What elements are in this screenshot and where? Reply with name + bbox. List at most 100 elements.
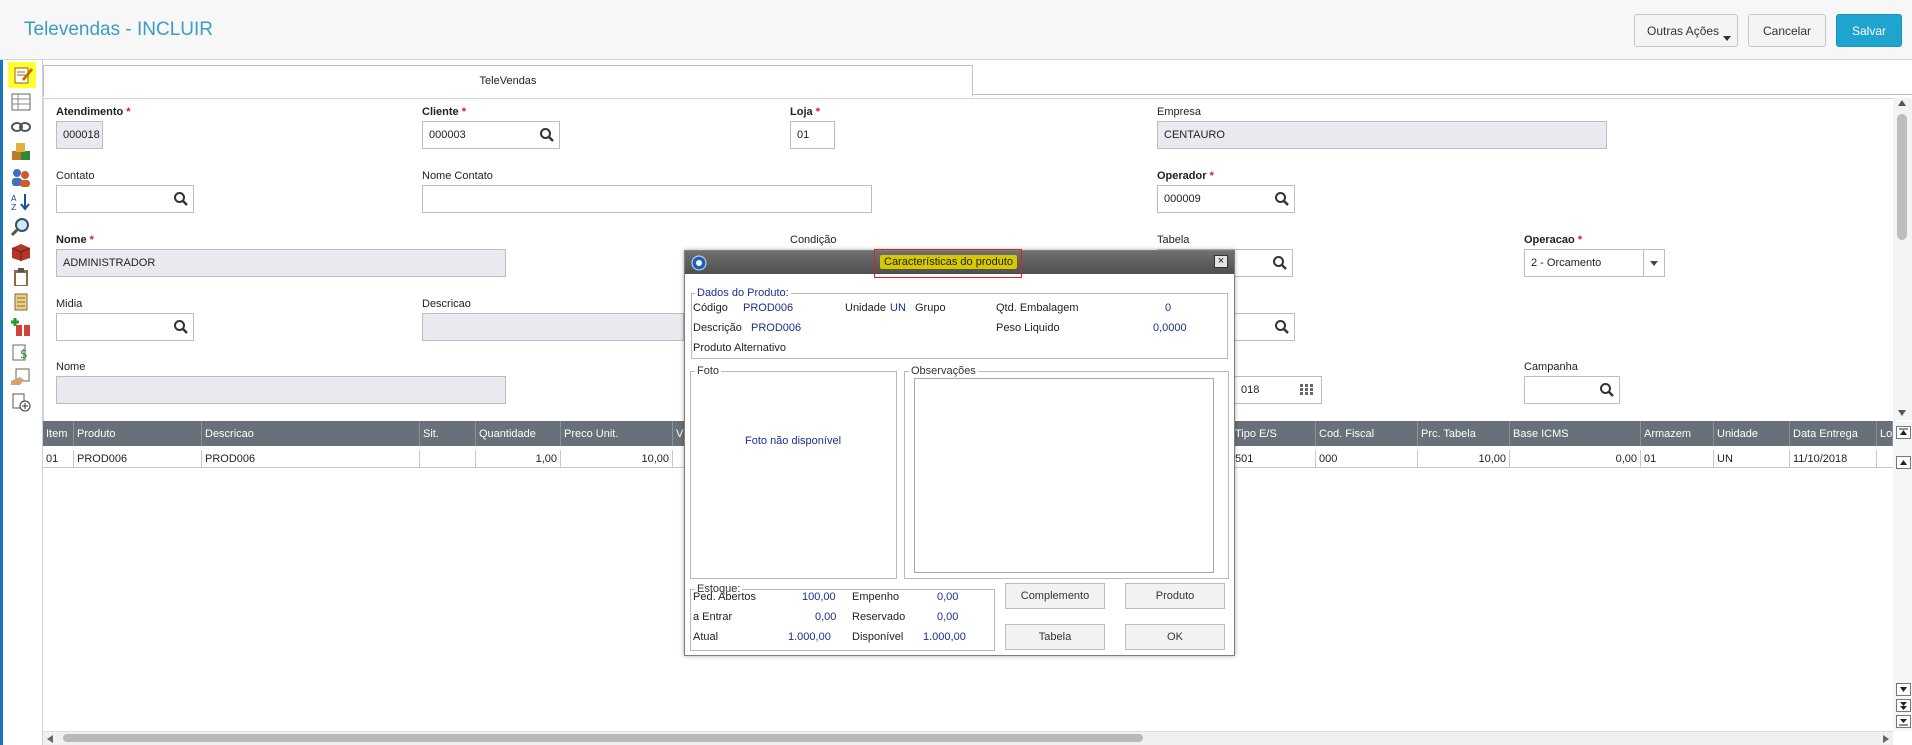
list-icon[interactable]	[10, 92, 32, 113]
empresa-label: Empresa	[1157, 106, 1202, 118]
descricao-label-dlg: Descrição	[693, 322, 742, 334]
observacoes-label: Observações	[909, 365, 978, 377]
svg-text:Z: Z	[11, 203, 17, 212]
col-quantidade[interactable]: Quantidade	[476, 421, 561, 446]
col-preco-unit[interactable]: Preco Unit.	[561, 421, 673, 446]
boxes-icon[interactable]	[10, 142, 32, 163]
contato-field[interactable]	[56, 185, 194, 213]
operacao-select[interactable]: 2 - Orcamento	[1524, 249, 1665, 277]
date-value: 018	[1241, 384, 1260, 396]
nome-label: Nome *	[56, 234, 94, 246]
scroll-thumb[interactable]	[1897, 114, 1907, 240]
users-icon[interactable]	[10, 167, 32, 188]
outras-acoes-button[interactable]: Outras Ações	[1634, 14, 1738, 47]
midia-field[interactable]	[56, 313, 194, 341]
cancelar-button[interactable]: Cancelar	[1748, 14, 1826, 47]
date-field[interactable]: 018	[1234, 376, 1322, 404]
ok-button[interactable]: OK	[1125, 624, 1225, 650]
nome2-label: Nome	[56, 361, 86, 373]
dropdown-arrow-icon	[1723, 36, 1731, 41]
empenho-value: 0,00	[937, 591, 959, 603]
link-icon[interactable]	[10, 117, 32, 138]
descricao-field[interactable]	[422, 313, 684, 341]
search-icon[interactable]	[1274, 319, 1290, 335]
form-scrollbar[interactable]	[1893, 98, 1912, 420]
unidade-value: UN	[890, 302, 906, 314]
cell-preco-unit: 10,00	[561, 450, 673, 467]
search-icon[interactable]	[173, 319, 189, 335]
scroll-right-icon[interactable]	[1883, 735, 1889, 743]
nome2-field[interactable]	[56, 376, 506, 404]
dialog-titlebar[interactable]: Características do produto ×	[685, 249, 1234, 278]
search-icon[interactable]	[1272, 255, 1288, 271]
edit-icon[interactable]	[8, 62, 36, 88]
money-doc-icon[interactable]: $	[10, 342, 32, 363]
search-icon[interactable]	[173, 191, 189, 207]
campanha-field[interactable]	[1524, 376, 1620, 404]
app-logo-icon	[691, 255, 707, 271]
cliente-label: Cliente *	[422, 106, 467, 118]
produto-button[interactable]: Produto	[1125, 583, 1225, 609]
salvar-button[interactable]: Salvar	[1836, 14, 1902, 47]
search-icon[interactable]	[1599, 382, 1615, 398]
search-icon[interactable]	[539, 127, 555, 143]
horizontal-scrollbar[interactable]	[43, 731, 1893, 745]
package-icon[interactable]	[10, 242, 32, 263]
add-gift-icon[interactable]	[10, 317, 32, 338]
scroll-page-down-icon[interactable]	[1896, 699, 1911, 712]
scroll-up-fast-icon[interactable]	[1896, 448, 1909, 455]
scroll-up-icon[interactable]	[1898, 100, 1906, 106]
atendimento-field[interactable]: 000018	[56, 121, 103, 149]
add-doc-icon[interactable]	[10, 392, 32, 413]
cliente-field[interactable]: 000003	[422, 121, 560, 149]
operacao-label: Operacao *	[1524, 234, 1583, 246]
svg-text:$: $	[20, 347, 28, 361]
search-icon[interactable]	[1274, 191, 1290, 207]
tab-televendas[interactable]: TeleVendas	[43, 65, 973, 97]
cell-armazem: 01	[1641, 450, 1714, 467]
hand-doc-icon[interactable]	[10, 367, 32, 388]
ped-abertos-value: 100,00	[802, 591, 836, 603]
col-descricao[interactable]: Descricao	[202, 421, 420, 446]
nome-field[interactable]: ADMINISTRADOR	[56, 249, 506, 277]
scroll-left-icon[interactable]	[47, 735, 53, 743]
chevron-down-icon[interactable]	[1650, 261, 1658, 266]
complemento-button[interactable]: Complemento	[1005, 583, 1105, 609]
operador-field[interactable]: 000009	[1157, 185, 1295, 213]
grid-scrollbar[interactable]	[1893, 421, 1912, 731]
scroll-top-icon[interactable]	[1896, 426, 1911, 439]
product-characteristics-dialog: Características do produto × Dados do Pr…	[684, 249, 1235, 656]
observacoes-textarea[interactable]	[914, 378, 1214, 573]
col-item[interactable]: Item	[43, 421, 74, 446]
scroll-down-icon[interactable]	[1898, 410, 1906, 416]
col-tipo-es[interactable]: Tipo E/S	[1232, 421, 1316, 446]
col-base-icms[interactable]: Base ICMS	[1510, 421, 1641, 446]
sort-icon[interactable]: AZ	[10, 192, 32, 213]
col-data-entrega[interactable]: Data Entrega	[1790, 421, 1877, 446]
scroll-bottom-icon[interactable]	[1896, 715, 1911, 728]
col-lo[interactable]: Lo	[1877, 421, 1893, 446]
scroll-icon[interactable]	[10, 292, 32, 313]
midia-extra-field[interactable]	[1234, 313, 1295, 341]
calendar-icon[interactable]	[1299, 383, 1315, 397]
close-icon[interactable]: ×	[1214, 255, 1228, 268]
scroll-up-icon[interactable]	[1896, 456, 1911, 469]
col-prc-tabela[interactable]: Prc. Tabela	[1418, 421, 1510, 446]
loja-field[interactable]: 01	[790, 121, 835, 149]
empresa-field[interactable]: CENTAURO	[1157, 121, 1607, 149]
col-cod-fiscal[interactable]: Cod. Fiscal	[1316, 421, 1418, 446]
zoom-icon[interactable]	[10, 217, 32, 238]
nome-contato-field[interactable]	[422, 185, 872, 213]
col-sit[interactable]: Sit.	[420, 421, 476, 446]
scroll-thumb-h[interactable]	[63, 734, 1143, 742]
contato-label: Contato	[56, 170, 95, 182]
operador-value: 000009	[1164, 193, 1201, 205]
clipboard-icon[interactable]	[10, 267, 32, 288]
tabela-button[interactable]: Tabela	[1005, 624, 1105, 650]
col-produto[interactable]: Produto	[74, 421, 202, 446]
col-armazem[interactable]: Armazem	[1641, 421, 1714, 446]
foto-group	[690, 371, 897, 579]
col-unidade[interactable]: Unidade	[1714, 421, 1790, 446]
scroll-down-icon[interactable]	[1896, 683, 1911, 696]
midia-label: Midia	[56, 298, 83, 310]
